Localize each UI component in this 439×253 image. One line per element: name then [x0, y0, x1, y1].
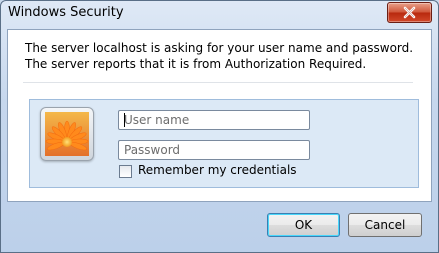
text-caret — [124, 113, 125, 127]
password-input[interactable] — [118, 140, 310, 160]
username-input[interactable] — [118, 110, 310, 130]
close-icon — [403, 6, 416, 19]
security-dialog: Windows Security The server localhost is… — [0, 0, 439, 253]
user-tile-flower-icon — [40, 107, 94, 161]
credential-tile: Remember my credentials — [29, 99, 419, 188]
auth-message: The server localhost is asking for your … — [25, 41, 414, 71]
window-title: Windows Security — [8, 5, 124, 20]
title-bar[interactable]: Windows Security — [1, 1, 438, 28]
close-button[interactable] — [387, 2, 432, 23]
separator — [23, 82, 413, 83]
remember-credentials-checkbox[interactable] — [119, 165, 132, 178]
remember-credentials-label[interactable]: Remember my credentials — [138, 163, 297, 177]
dialog-content: The server localhost is asking for your … — [7, 29, 432, 202]
ok-button[interactable]: OK — [267, 213, 340, 237]
cancel-button[interactable]: Cancel — [348, 213, 422, 237]
